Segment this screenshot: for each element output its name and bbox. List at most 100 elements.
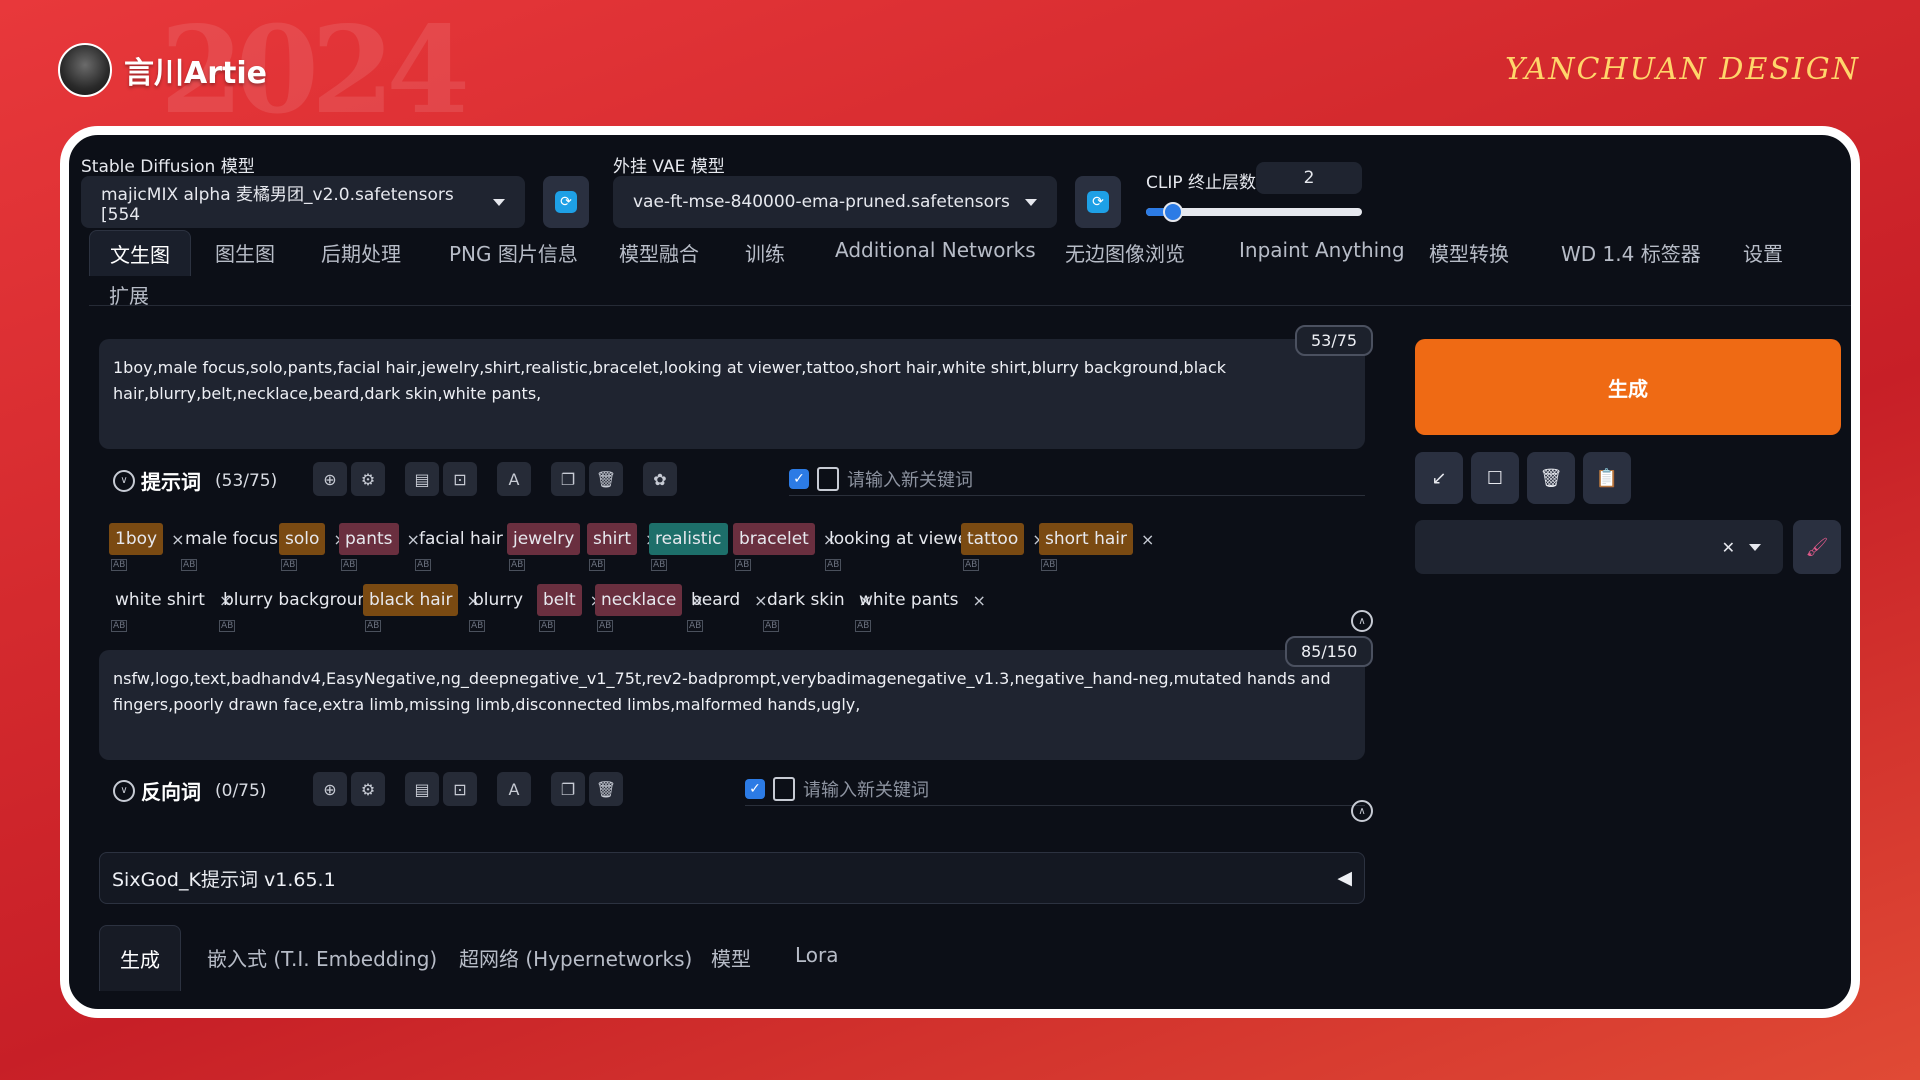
prompt-tag-label[interactable]: dark skin [761,584,851,616]
negative-keyword-input[interactable]: ✓ 请输入新关键词 [745,772,1365,806]
trash-icon[interactable]: 🗑 [589,462,623,496]
translate-icon[interactable]: AB [341,559,358,571]
translate-icon[interactable]: AB [589,559,606,571]
prompt-tag-label[interactable]: pants [339,523,399,555]
prompt-tag-label[interactable]: beard [685,584,746,616]
prompt-tag[interactable]: tattoo×AB [961,523,1046,571]
gear-icon[interactable]: ⚙ [351,772,385,806]
prompt-toolbar-title[interactable]: ∨ 提示词 (53/75) [113,466,277,495]
tab-generate[interactable]: 生成 [99,925,181,991]
tab-embedding[interactable]: 嵌入式 (T.I. Embedding) [207,943,437,972]
prompt-tag[interactable]: white shirt × AB [109,584,232,632]
prompt-tag-label[interactable]: bracelet [733,523,815,555]
vae-model-dropdown[interactable]: vae-ft-mse-840000-ema-pruned.safetensors [613,176,1057,228]
negative-prompt-textarea[interactable]: nsfw,logo,text,badhandv4,EasyNegative,ng… [99,650,1365,760]
clear-icon[interactable]: ✕ [1722,538,1735,557]
translate-icon[interactable]: AB [687,620,704,632]
translate-icon[interactable]: AB [1041,559,1058,571]
prompt-tag-label[interactable]: jewelry [507,523,581,555]
sd-refresh-button[interactable]: ⟳ [543,176,589,228]
translate-icon[interactable]: A [497,462,531,496]
prompt-tag-label[interactable]: blurry [467,584,529,616]
translate-icon[interactable]: AB [281,559,298,571]
brush-icon[interactable]: 🖌 [1793,520,1841,574]
prompt-tag-label[interactable]: tattoo [961,523,1025,555]
prompt-tag[interactable]: white pants × AB [853,584,986,632]
prompt-tag-label[interactable]: white pants [853,584,964,616]
prompt-tag-label[interactable]: facial hair [413,523,509,555]
history-icon[interactable]: ▤ [405,772,439,806]
tab-hypernetworks[interactable]: 超网络 (Hypernetworks) [459,943,692,972]
gear-icon[interactable]: ⚙ [351,462,385,496]
slider-thumb[interactable] [1163,202,1184,222]
tab-inpaint-anything[interactable]: Inpaint Anything [1239,238,1405,262]
clipboard-icon[interactable]: 📋 [1583,452,1631,504]
close-icon[interactable]: × [1141,530,1154,549]
clip-skip-slider[interactable] [1146,202,1362,222]
prompt-tag-label[interactable]: shirt [587,523,638,555]
translate-icon[interactable]: AB [735,559,752,571]
tab-train[interactable]: 训练 [745,238,785,267]
translate-icon[interactable]: AB [651,559,668,571]
tab-txt2img[interactable]: 文生图 [89,230,191,276]
generate-button[interactable]: 生成 [1415,339,1841,435]
chevron-down-icon[interactable]: ∨ [113,779,135,802]
tab-lora[interactable]: Lora [795,943,839,967]
prompt-tag[interactable]: solo×AB [279,523,347,571]
globe-icon[interactable]: ⊕ [313,772,347,806]
prompt-tag-label[interactable]: white shirt [109,584,211,616]
translate-icon[interactable]: AB [597,620,614,632]
prompt-textarea[interactable]: 1boy,male focus,solo,pants,facial hair,j… [99,339,1365,449]
prompt-tag[interactable]: black hair × AB [363,584,480,632]
translate-icon[interactable]: AB [111,620,128,632]
collapse-tags-icon[interactable]: ∧ [1351,610,1373,632]
tab-settings[interactable]: 设置 [1743,238,1783,267]
prompt-tag[interactable]: shirt×AB [587,523,658,571]
trash-icon[interactable]: 🗑 [1527,452,1575,504]
prompt-tag-label[interactable]: blurry background [217,584,385,616]
prompt-tag[interactable]: 1boy × AB [109,523,184,571]
prompt-tag-label[interactable]: solo [279,523,326,555]
translate-icon[interactable]: AB [539,620,556,632]
tab-models[interactable]: 模型 [711,943,751,972]
sixgod-accordion[interactable]: SixGod_K提示词 v1.65.1 ◀ [99,852,1365,904]
prompt-tag-label[interactable]: necklace [595,584,683,616]
tab-extras[interactable]: 后期处理 [321,238,401,267]
translate-icon[interactable]: AB [415,559,432,571]
translate-icon[interactable]: AB [469,620,486,632]
translate-icon[interactable]: AB [855,620,872,632]
translate-icon[interactable]: AB [763,620,780,632]
translate-icon[interactable]: AB [825,559,842,571]
tab-model-convert[interactable]: 模型转换 [1429,238,1509,267]
translate-icon[interactable]: AB [365,620,382,632]
translate-icon[interactable]: AB [181,559,198,571]
translate-icon[interactable]: AB [111,559,128,571]
tab-checkpoint-merger[interactable]: 模型融合 [619,238,699,267]
history-icon[interactable]: ▤ [405,462,439,496]
prompt-tag[interactable]: pants × AB [339,523,420,571]
negative-toolbar-title[interactable]: ∨ 反向词 (0/75) [113,776,266,805]
collapse-negative-icon[interactable]: ∧ [1351,800,1373,822]
prompt-tag-label[interactable]: 1boy [109,523,164,555]
square-icon[interactable]: ☐ [1471,452,1519,504]
globe-icon[interactable]: ⊕ [313,462,347,496]
prompt-tag-label[interactable]: black hair [363,584,459,616]
bookmark-icon[interactable]: ⊡ [443,462,477,496]
prompt-tag[interactable]: beard × AB [685,584,768,632]
tab-wd14-tagger[interactable]: WD 1.4 标签器 [1561,238,1701,267]
bookmark-icon[interactable]: ⊡ [443,772,477,806]
prompt-tag-label[interactable]: looking at viewer [823,523,981,555]
prompt-tag-label[interactable]: male focus [179,523,284,555]
translate-icon[interactable]: A [497,772,531,806]
clip-skip-input[interactable]: 2 [1256,162,1362,194]
prompt-tag[interactable]: bracelet × AB [733,523,836,571]
translate-icon[interactable]: AB [963,559,980,571]
prompt-tag-label[interactable]: short hair [1039,523,1133,555]
prompt-tag[interactable]: short hair × AB [1039,523,1154,571]
close-icon[interactable]: × [972,591,985,610]
checkbox-checked-icon[interactable]: ✓ [745,778,765,799]
sd-model-dropdown[interactable]: majicMIX alpha 麦橘男团_v2.0.safetensors [55… [81,176,525,228]
copy-icon[interactable]: ❐ [551,772,585,806]
translate-icon[interactable]: AB [509,559,526,571]
prompt-tag-label[interactable]: realistic [649,523,728,555]
